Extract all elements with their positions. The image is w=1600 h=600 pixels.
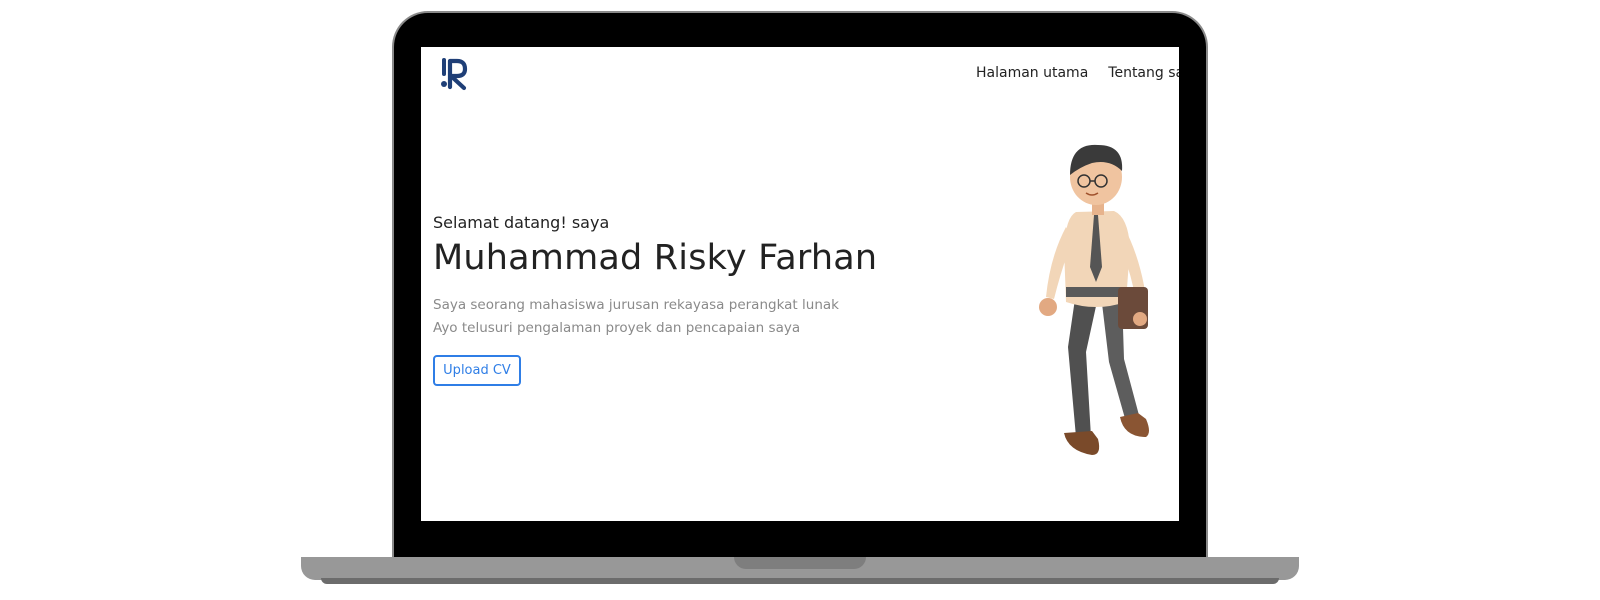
hero-greeting: Selamat datang! saya bbox=[433, 213, 610, 232]
character-illustration bbox=[1039, 144, 1149, 455]
logo-icon[interactable] bbox=[437, 57, 469, 91]
hero-description-line: Saya seorang mahasiswa jurusan rekayasa … bbox=[433, 297, 839, 313]
laptop-notch bbox=[734, 557, 866, 569]
hero-description-line: Ayo telusuri pengalaman proyek dan penca… bbox=[433, 320, 801, 336]
nav-link-home[interactable]: Halaman utama bbox=[976, 65, 1088, 81]
hero-name: Muhammad Risky Farhan bbox=[433, 238, 878, 278]
nav-link-about[interactable]: Tentang saya bbox=[1108, 65, 1179, 81]
upload-cv-button[interactable]: Upload CV bbox=[433, 355, 521, 386]
laptop-screen: Halaman utama Tentang saya Selamat datan… bbox=[421, 47, 1179, 521]
laptop-base-shadow bbox=[321, 578, 1279, 584]
hero-description: Saya seorang mahasiswa jurusan rekayasa … bbox=[433, 294, 839, 340]
top-nav: Halaman utama Tentang saya bbox=[976, 65, 1179, 81]
